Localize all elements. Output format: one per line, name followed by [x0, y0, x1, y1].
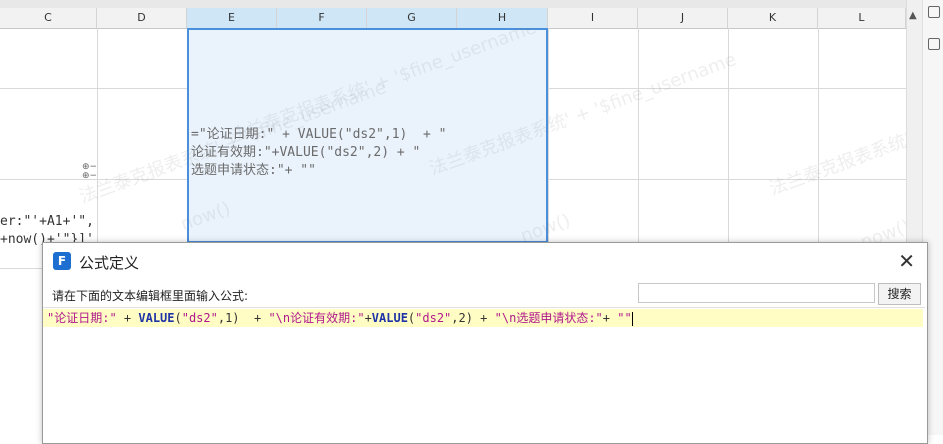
formula-token: "ds2" — [181, 311, 218, 325]
column-header-c[interactable]: C — [0, 8, 97, 28]
dialog-titlebar[interactable]: F 公式定义 ✕ — [43, 243, 927, 279]
column-header-l[interactable]: L — [818, 8, 906, 28]
column-header-d[interactable]: D — [97, 8, 187, 28]
dialog-title: 公式定义 — [79, 254, 140, 272]
formula-token: + — [116, 311, 139, 325]
column-header-i[interactable]: I — [548, 8, 638, 28]
formula-token: VALUE — [138, 311, 175, 325]
formula-token: ,2) + — [451, 311, 495, 325]
formula-token: + — [602, 311, 618, 325]
scroll-up-icon[interactable]: ▲ — [909, 10, 917, 21]
column-header-g[interactable]: G — [367, 8, 457, 28]
formula-token: "论证日期:" — [47, 311, 117, 325]
formula-token: VALUE — [371, 311, 408, 325]
formula-token: "\n论证有效期:" — [268, 311, 365, 325]
formula-editor[interactable]: "论证日期:" + VALUE("ds2",1) + "\n论证有效期:"+VA… — [43, 307, 925, 442]
app-logo-icon: F — [53, 252, 71, 270]
panel-settings-icon[interactable] — [928, 6, 940, 18]
column-header-k[interactable]: K — [728, 8, 818, 28]
formula-line[interactable]: "论证日期:" + VALUE("ds2",1) + "\n论证有效期:"+VA… — [43, 309, 923, 327]
column-header-h[interactable]: H — [457, 8, 548, 28]
formula-dialog: F 公式定义 ✕ 请在下面的文本编辑框里面输入公式: 搜索 "论证日期:" + … — [42, 242, 928, 444]
column-header-e[interactable]: E — [187, 8, 277, 28]
formula-token: "" — [617, 311, 632, 325]
formula-token: ,1) + — [217, 311, 269, 325]
formula-token: + — [364, 311, 372, 325]
formula-token: "\n选题申请状态:" — [494, 311, 603, 325]
search-button[interactable]: 搜索 — [878, 283, 921, 305]
column-header-j[interactable]: J — [638, 8, 728, 28]
watermark: 法兰泰克报表系统' + '$fine_username — [766, 69, 906, 200]
close-icon[interactable]: ✕ — [898, 249, 915, 273]
search-input[interactable] — [638, 283, 875, 303]
text-caret — [631, 311, 633, 326]
column-header-f[interactable]: F — [277, 8, 367, 28]
column-header: C D E F G H I J K L — [0, 8, 906, 29]
panel-layout-icon[interactable] — [928, 38, 940, 50]
formula-token: ( — [174, 311, 182, 325]
top-toolbar-strip — [0, 0, 906, 8]
formula-prompt: 请在下面的文本编辑框里面输入公式: — [52, 289, 249, 303]
formula-token: "ds2" — [415, 311, 452, 325]
